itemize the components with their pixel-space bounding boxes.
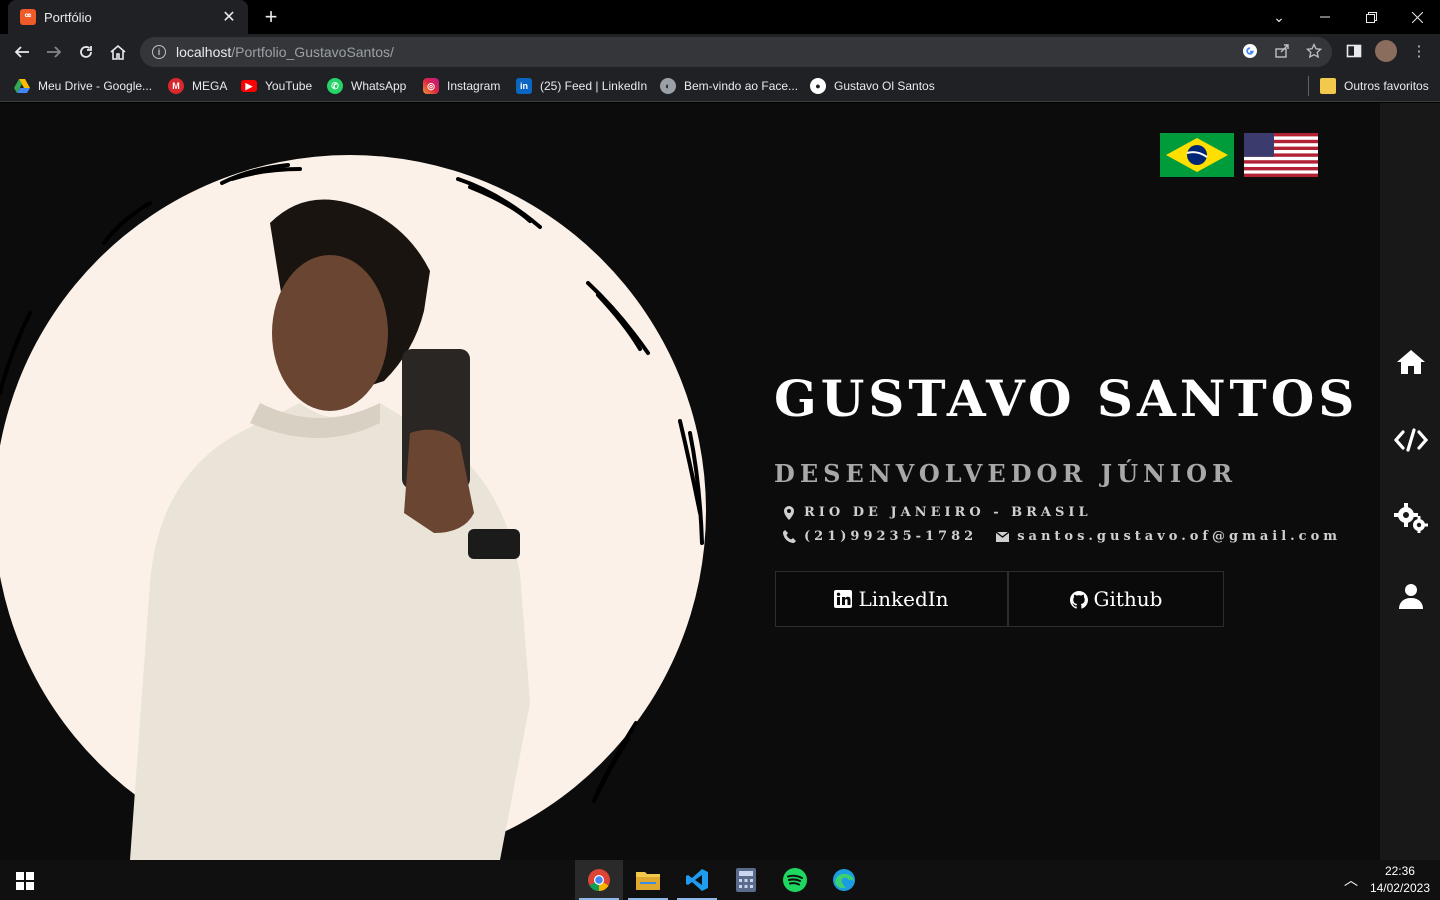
email-text[interactable]: santos.gustavo.of@gmail.com <box>1017 529 1341 544</box>
file-explorer-icon[interactable] <box>624 860 672 900</box>
youtube-icon: ▶ <box>241 80 257 92</box>
restore-button[interactable] <box>1348 0 1394 34</box>
xampp-favicon-icon: ꟹ <box>20 9 36 25</box>
bookmark-linkedin[interactable]: in (25) Feed | LinkedIn <box>516 76 647 96</box>
bookmark-label: MEGA <box>192 79 228 93</box>
whatsapp-icon: ✆ <box>327 78 343 94</box>
github-label: Github <box>1093 587 1163 611</box>
browser-tab[interactable]: ꟹ Portfólio ✕ <box>8 0 248 34</box>
minimize-button[interactable] <box>1302 0 1348 34</box>
github-icon: ● <box>810 78 826 94</box>
spotify-icon[interactable] <box>771 860 819 900</box>
home-icon[interactable] <box>1394 345 1428 379</box>
windows-taskbar: ︿ 22:36 14/02/2023 <box>0 860 1440 900</box>
side-panel-icon[interactable] <box>1345 42 1363 60</box>
close-window-button[interactable] <box>1394 0 1440 34</box>
calculator-icon[interactable] <box>722 860 770 900</box>
profile-avatar[interactable] <box>1375 40 1397 62</box>
bookmark-label: Bem-vindo ao Face... <box>684 79 799 93</box>
gears-icon[interactable] <box>1394 501 1428 535</box>
vscode-icon[interactable] <box>673 860 721 900</box>
location-text: RIO DE JANEIRO - BRASIL <box>804 505 1092 520</box>
google-lens-icon[interactable] <box>1241 42 1259 60</box>
back-button[interactable] <box>8 38 36 66</box>
tab-search-icon[interactable]: ⌄ <box>1256 0 1302 34</box>
usa-flag-icon[interactable] <box>1244 133 1318 177</box>
bookmark-whatsapp[interactable]: ✆ WhatsApp <box>327 76 406 96</box>
mega-icon: M <box>168 78 184 94</box>
bookmark-star-icon[interactable] <box>1305 42 1323 60</box>
person-figure <box>130 199 530 860</box>
linkedin-icon <box>834 590 853 608</box>
github-icon <box>1069 590 1088 609</box>
brazil-flag-icon[interactable] <box>1160 133 1234 177</box>
clock-date: 14/02/2023 <box>1369 881 1430 895</box>
tab-close-button[interactable]: ✕ <box>220 7 238 27</box>
bookmark-label: YouTube <box>265 79 313 93</box>
browser-menu-icon[interactable]: ⋮ <box>1410 42 1428 60</box>
map-marker-icon <box>782 505 796 520</box>
site-info-icon[interactable]: i <box>152 45 166 59</box>
phone-icon <box>782 530 796 544</box>
chrome-icon[interactable] <box>575 860 623 900</box>
hero-role: DESENVOLVEDOR JÚNIOR <box>774 459 1238 488</box>
other-bookmarks-folder[interactable]: Outros favoritos <box>1320 76 1429 96</box>
forward-button[interactable] <box>40 38 68 66</box>
social-buttons: LinkedIn Github <box>775 571 1224 627</box>
bookmark-facebook[interactable]: ◐ Bem-vindo ao Face... <box>660 76 798 96</box>
url-host: localhost <box>176 44 232 60</box>
other-bookmarks-label: Outros favoritos <box>1344 79 1429 93</box>
github-button[interactable]: Github <box>1008 571 1224 627</box>
bookmark-label: Gustavo Ol Santos <box>834 79 935 93</box>
globe-icon: ◐ <box>660 78 676 94</box>
new-tab-button[interactable]: + <box>258 4 284 30</box>
instagram-icon: ◎ <box>423 78 439 94</box>
user-icon[interactable] <box>1394 579 1428 613</box>
bookmark-label: (25) Feed | LinkedIn <box>540 79 648 93</box>
tab-strip: ꟹ Portfólio ✕ + ⌄ <box>0 0 1440 34</box>
envelope-icon <box>995 530 1009 544</box>
bookmark-instagram[interactable]: ◎ Instagram <box>423 76 500 96</box>
hero-photo <box>0 163 704 860</box>
bookmark-label: WhatsApp <box>351 79 407 93</box>
windows-start-icon[interactable] <box>16 872 34 890</box>
portfolio-page: GUSTAVO SANTOS DESENVOLVEDOR JÚNIOR RIO … <box>0 103 1440 860</box>
bookmark-youtube[interactable]: ▶ YouTube <box>241 76 312 96</box>
system-tray-expand-icon[interactable]: ︿ <box>1344 870 1358 890</box>
bookmark-google-drive[interactable]: Meu Drive - Google... <box>14 76 152 96</box>
side-navigation <box>1380 103 1440 860</box>
tab-title: Portfólio <box>44 9 92 25</box>
browser-toolbar: i localhost/Portfolio_GustavoSantos/ ⋮ <box>0 34 1440 70</box>
linkedin-label: LinkedIn <box>858 587 949 611</box>
bookmarks-separator <box>1308 76 1309 96</box>
clock-time: 22:36 <box>1384 864 1415 878</box>
linkedin-icon: in <box>516 78 532 94</box>
system-clock[interactable]: 22:36 14/02/2023 <box>1370 863 1430 897</box>
reload-button[interactable] <box>72 38 100 66</box>
location-line: RIO DE JANEIRO - BRASIL <box>782 505 1092 520</box>
share-icon[interactable] <box>1273 42 1291 60</box>
google-drive-icon <box>14 78 30 94</box>
bookmark-label: Meu Drive - Google... <box>38 79 153 93</box>
bookmark-mega[interactable]: M MEGA <box>168 76 227 96</box>
linkedin-button[interactable]: LinkedIn <box>775 571 1008 627</box>
phone-text: (21)99235-1782 <box>804 529 978 544</box>
folder-icon <box>1320 78 1336 94</box>
edge-icon[interactable] <box>820 860 868 900</box>
bookmarks-bar: Meu Drive - Google... M MEGA ▶ YouTube ✆… <box>0 70 1440 102</box>
url-path: /Portfolio_GustavoSantos/ <box>231 44 394 60</box>
code-icon[interactable] <box>1394 423 1428 457</box>
hero-name: GUSTAVO SANTOS <box>774 369 1359 428</box>
address-bar[interactable]: i localhost/Portfolio_GustavoSantos/ <box>140 37 1332 67</box>
contact-line: (21)99235-1782 santos.gustavo.of@gmail.c… <box>782 529 1341 544</box>
bookmark-label: Instagram <box>447 79 501 93</box>
bookmark-github[interactable]: ● Gustavo Ol Santos <box>810 76 935 96</box>
home-button[interactable] <box>104 38 132 66</box>
